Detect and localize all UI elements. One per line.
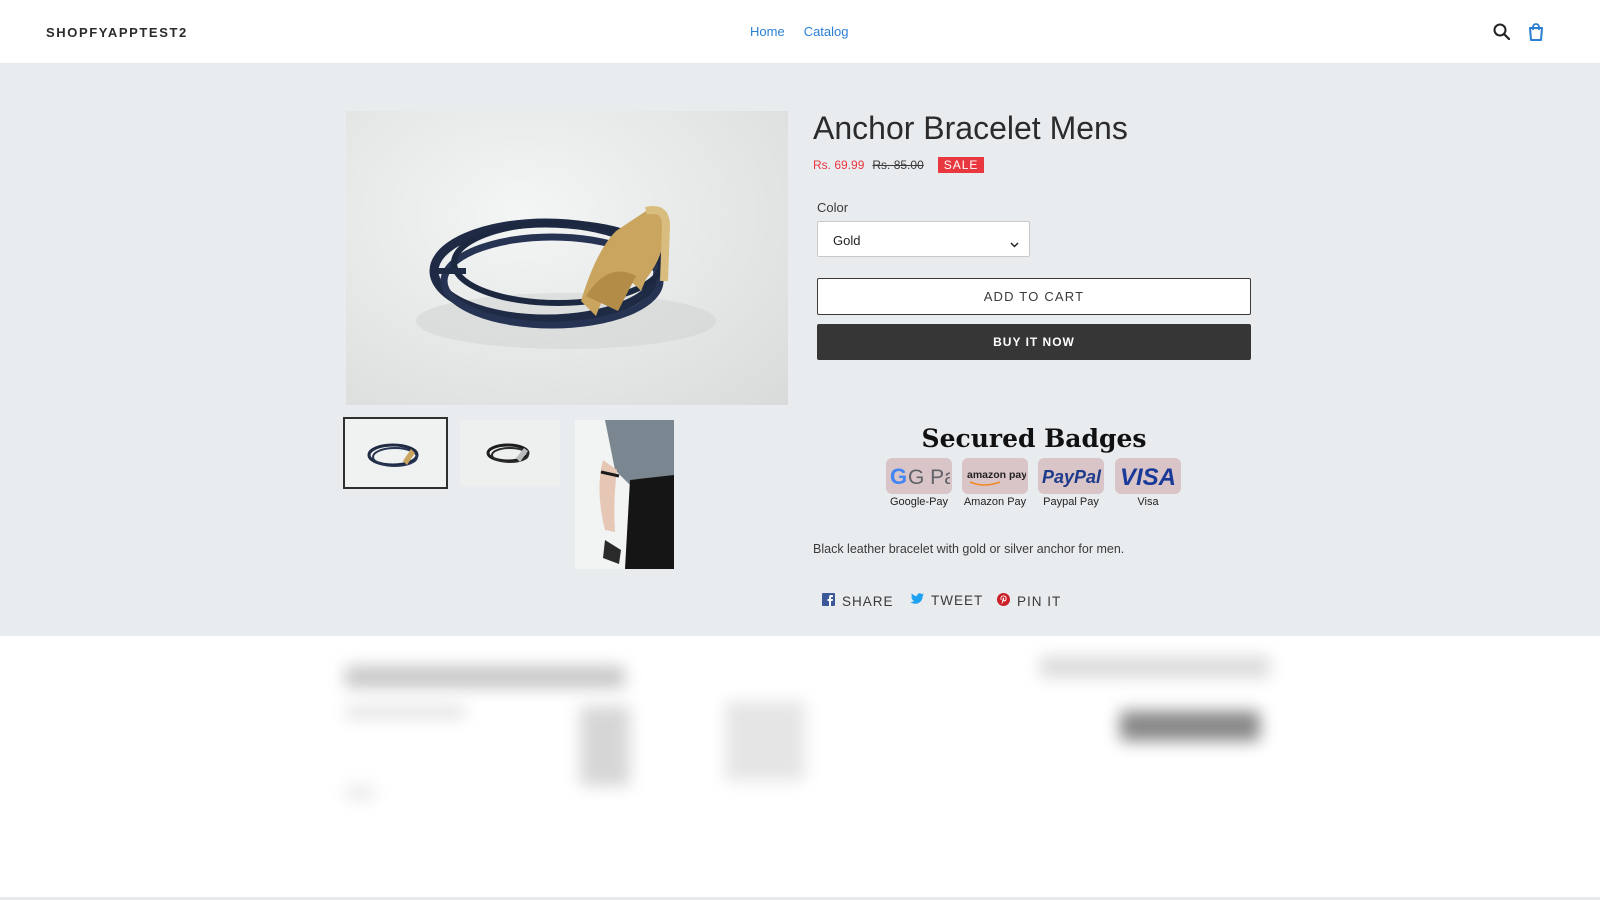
pinterest-share-link[interactable]: PIN IT: [997, 593, 1061, 609]
pinterest-share-label: PIN IT: [1017, 593, 1062, 609]
amazon-pay-logo-text: amazon pay: [967, 469, 1026, 481]
google-pay-badge: G G Pay: [886, 458, 952, 494]
blurred-block: [725, 701, 805, 781]
svg-text:G: G: [890, 464, 907, 489]
secured-badges-title: Secured Badges: [921, 424, 1147, 453]
original-price: Rs. 85.00: [872, 158, 924, 172]
add-to-cart-button[interactable]: ADD TO CART: [817, 278, 1251, 315]
facebook-share-link[interactable]: SHARE: [822, 593, 894, 609]
facebook-icon: [822, 593, 835, 609]
blurred-block: [1120, 711, 1260, 741]
product-main-image[interactable]: [346, 111, 788, 405]
color-select-value: Gold: [833, 233, 861, 248]
facebook-share-label: SHARE: [842, 593, 894, 609]
cart-icon[interactable]: [1526, 22, 1548, 44]
blurred-block: [345, 786, 375, 800]
search-icon[interactable]: [1492, 22, 1514, 44]
visa-caption: Visa: [1137, 496, 1159, 508]
product-thumbnail[interactable]: [460, 420, 560, 486]
product-thumbnail[interactable]: [575, 420, 674, 569]
paypal-badge: PayPal: [1038, 458, 1104, 494]
blurred-block: [345, 706, 465, 718]
sale-price: Rs. 69.99: [813, 158, 865, 172]
blurred-block: [580, 706, 630, 786]
product-thumbnail[interactable]: [343, 417, 448, 489]
google-pay-logo-text: G Pay: [908, 466, 950, 489]
blurred-block: [1040, 656, 1270, 678]
price-row: Rs. 69.99 Rs. 85.00 SALE: [813, 157, 985, 173]
main-nav: Home Catalog: [750, 24, 849, 39]
sale-badge: SALE: [937, 157, 985, 173]
color-option-label: Color: [817, 200, 849, 215]
nav-catalog-link[interactable]: Catalog: [804, 24, 849, 39]
chevron-down-icon: [1010, 236, 1019, 251]
product-section: [0, 64, 1600, 636]
visa-logo-text: VISA: [1120, 464, 1176, 491]
store-logo[interactable]: SHOPFYAPPTEST2: [46, 25, 188, 40]
product-title: Anchor Bracelet Mens: [813, 110, 1128, 146]
paypal-logo-text: PayPal: [1042, 467, 1102, 487]
twitter-icon: [910, 593, 924, 608]
blurred-footer-area: [0, 636, 1600, 900]
amazon-pay-badge: amazon pay: [962, 458, 1028, 494]
nav-home-link[interactable]: Home: [750, 24, 785, 39]
site-header: SHOPFYAPPTEST2 Home Catalog: [0, 0, 1600, 64]
pinterest-icon: [997, 593, 1010, 609]
blurred-block: [345, 666, 625, 688]
product-description: Black leather bracelet with gold or silv…: [813, 542, 1125, 556]
twitter-share-label: TWEET: [931, 593, 984, 608]
buy-it-now-button[interactable]: BUY IT NOW: [817, 324, 1251, 360]
visa-badge: VISA: [1115, 458, 1181, 494]
twitter-share-link[interactable]: TWEET: [910, 593, 983, 608]
color-select[interactable]: Gold: [817, 221, 1030, 257]
